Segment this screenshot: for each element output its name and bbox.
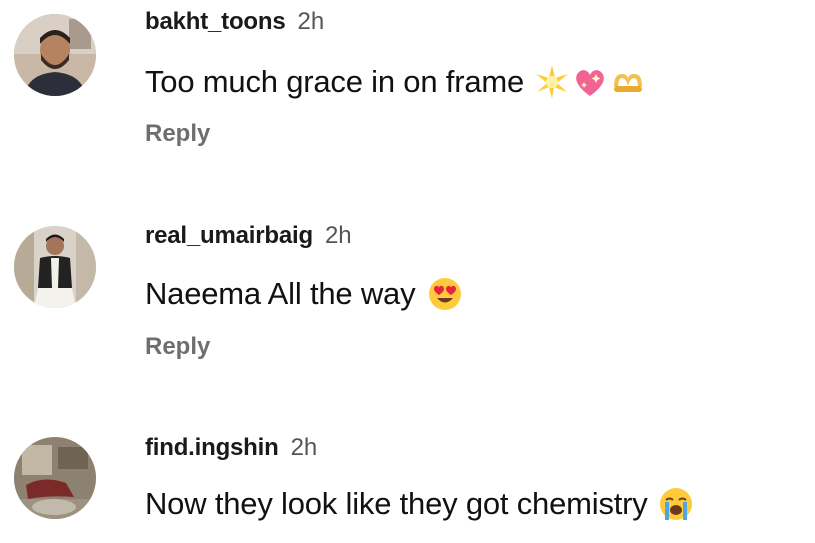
avatar[interactable] (14, 14, 96, 96)
timestamp: 2h (324, 222, 352, 249)
heart-eyes-emoji (427, 276, 463, 312)
comment-text: Too much grace in on frame (145, 64, 525, 99)
username[interactable]: find.ingshin (145, 434, 279, 462)
timestamp: 2h (297, 8, 325, 35)
heart-hands-emoji (610, 64, 646, 100)
comment-text: Now they look like they got chemistry (145, 486, 648, 521)
glowing-star-emoji (534, 64, 570, 100)
username[interactable]: bakht_toons (145, 8, 286, 36)
reply-button[interactable]: Reply (145, 120, 210, 148)
timestamp: 2h (290, 434, 318, 461)
comment-text: Naeema All the way (145, 276, 416, 311)
reply-button[interactable]: Reply (145, 333, 210, 361)
username[interactable]: real_umairbaig (145, 222, 313, 250)
avatar[interactable] (14, 437, 96, 519)
avatar[interactable] (14, 226, 96, 308)
sparkling-heart-emoji (572, 64, 608, 100)
loudly-crying-emoji (658, 486, 694, 522)
